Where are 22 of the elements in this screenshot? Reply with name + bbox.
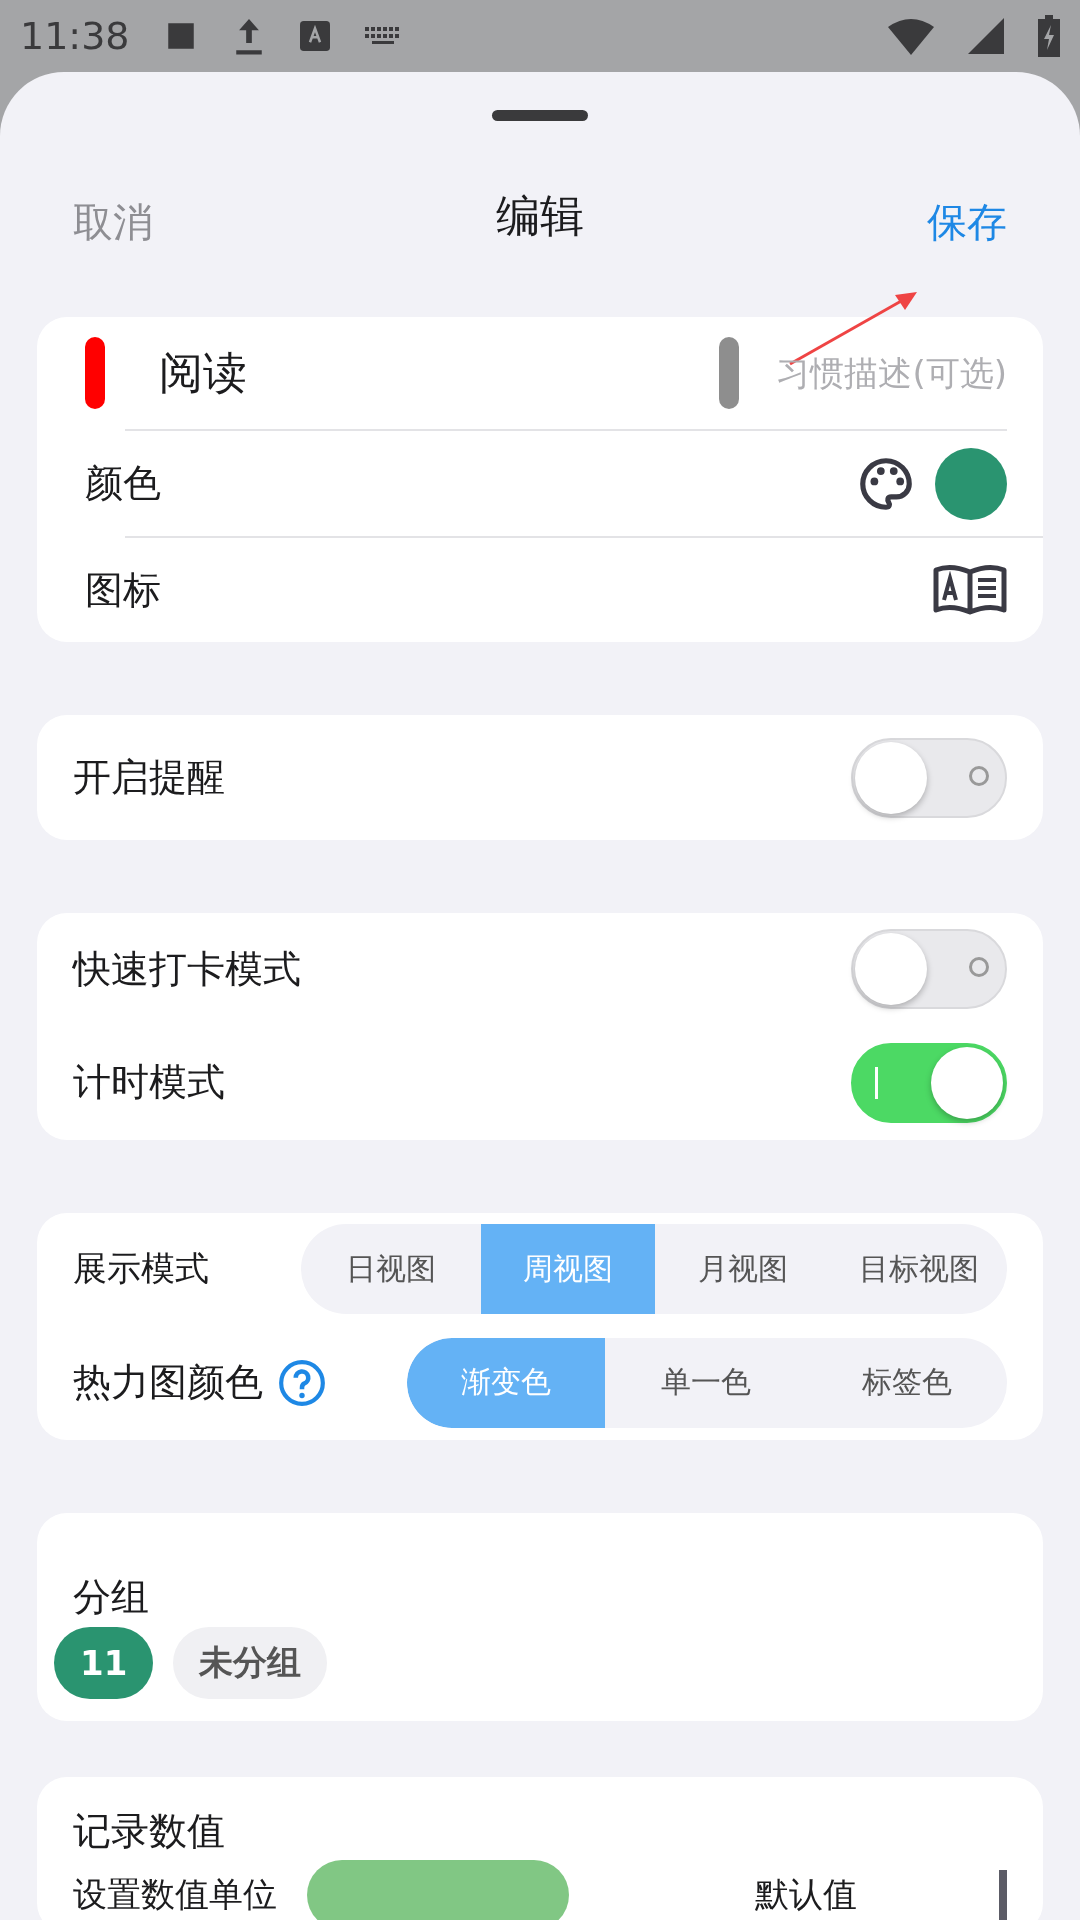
record-title: 记录数值 [73,1808,225,1855]
reminder-label: 开启提醒 [73,754,226,801]
unit-label: 设置数值单位 [73,1873,277,1916]
heatmap-color-label: 热力图颜色 [73,1359,263,1406]
habit-name-field[interactable]: 阅读 [159,343,701,403]
display-mode-label: 展示模式 [73,1247,210,1290]
mode-label: 计时模式 [73,1059,226,1106]
description-field[interactable]: 习惯描述(可选) [757,353,1007,393]
segment-tab[interactable]: 标签色 [807,1337,1007,1428]
icon-label: 图标 [85,566,162,614]
segment-tab[interactable]: 日视图 [301,1224,481,1314]
segment-tab[interactable]: 目标视图 [831,1224,1007,1314]
status-time: 11:38 [20,14,130,58]
group-chip[interactable]: 未分组 [173,1627,328,1699]
group-chip[interactable]: 11 [54,1627,154,1699]
sheet-title: 编辑 [496,188,584,243]
segment-tab[interactable]: 单一色 [605,1337,807,1428]
segment-tab[interactable]: 月视图 [655,1224,831,1314]
color-label: 颜色 [85,460,162,507]
default-value-label: 默认值 [755,1873,857,1916]
group-title: 分组 [73,1574,149,1621]
mode-label: 快速打卡模式 [73,945,302,993]
